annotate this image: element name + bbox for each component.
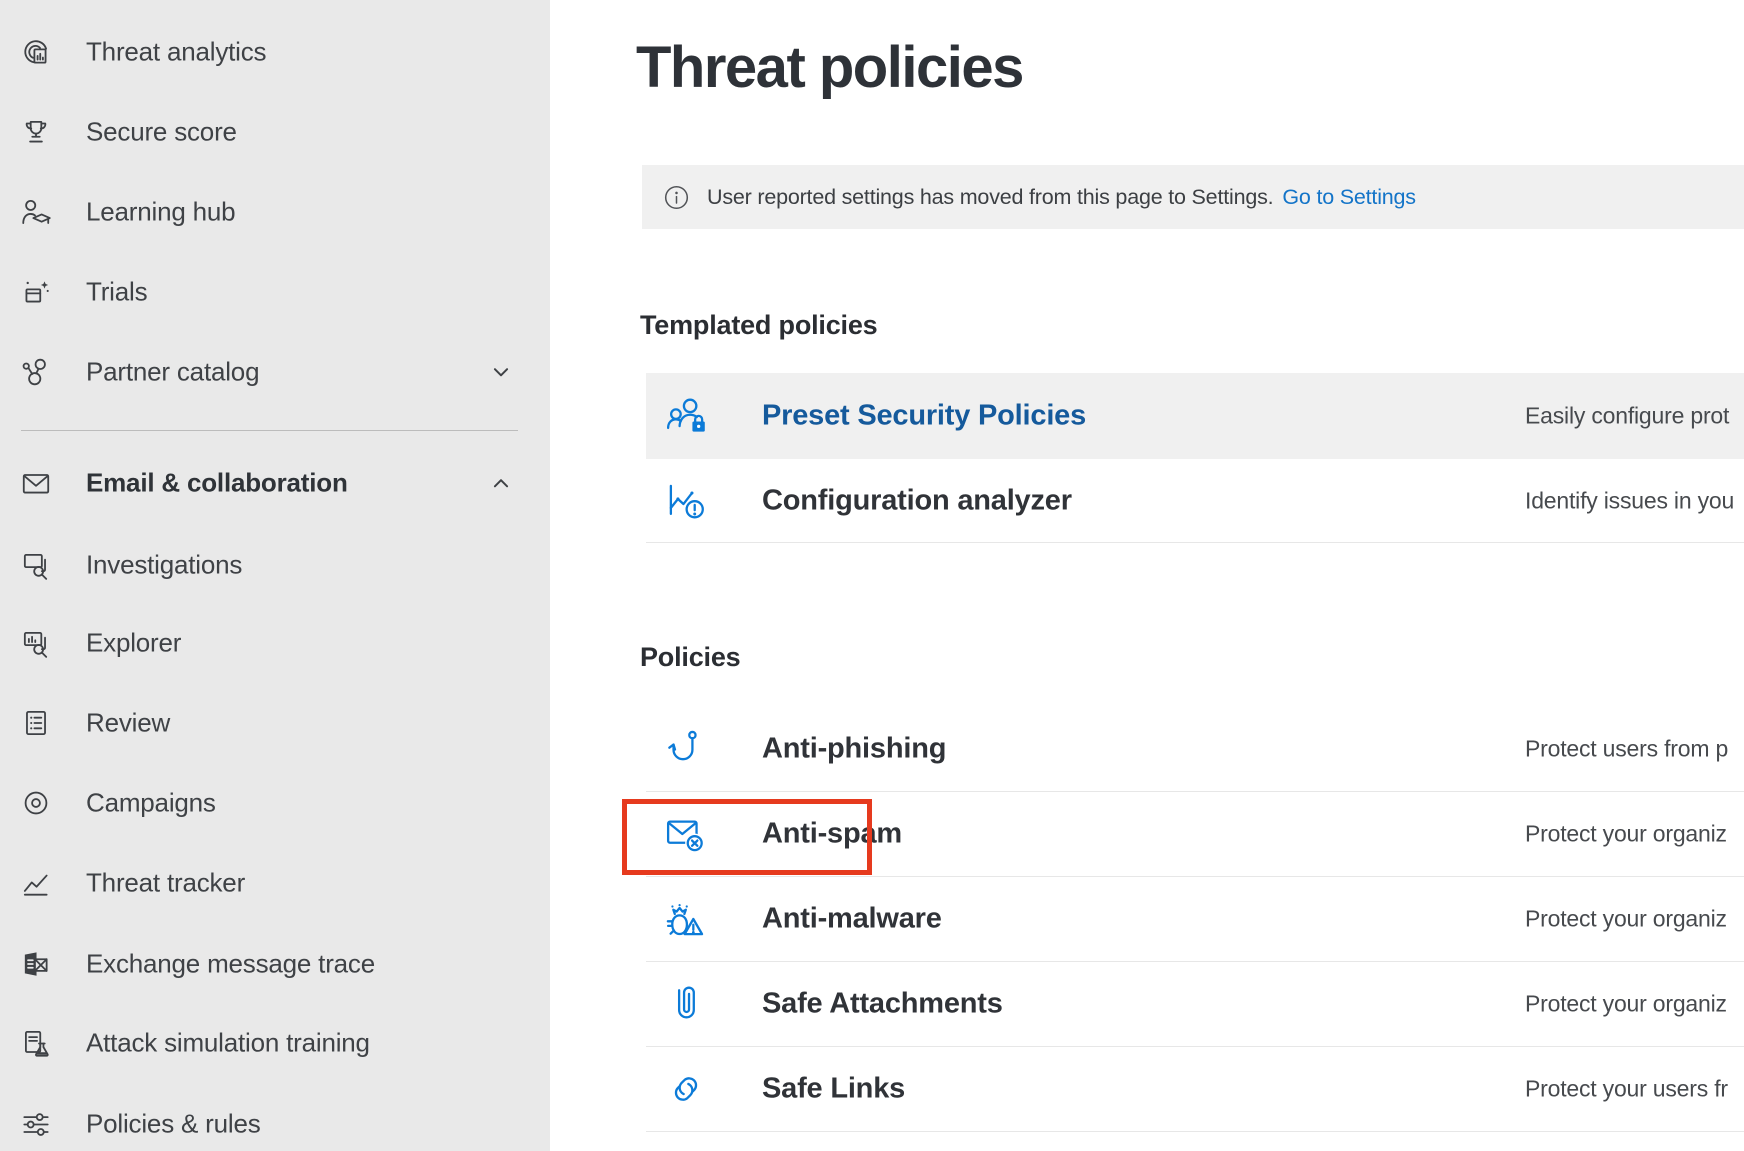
sidebar-item-investigations[interactable]: Investigations <box>0 541 550 589</box>
policy-name[interactable]: Anti-malware <box>762 903 942 936</box>
sidebar-item-secure-score[interactable]: Secure score <box>0 108 550 156</box>
policy-description: Protect users from p <box>1525 736 1728 763</box>
sidebar-item-explorer[interactable]: Explorer <box>0 619 550 667</box>
chain-links-icon <box>664 1067 708 1111</box>
policy-description: Easily configure prot <box>1525 403 1729 430</box>
policy-name[interactable]: Anti-phishing <box>762 733 946 766</box>
info-icon <box>663 184 690 211</box>
threat-tracker-icon <box>19 866 53 900</box>
sidebar-item-campaigns[interactable]: Campaigns <box>0 779 550 827</box>
trials-icon <box>19 275 53 309</box>
policy-name[interactable]: Configuration analyzer <box>762 484 1072 517</box>
policies-heading: Policies <box>640 642 740 673</box>
row-anti-malware[interactable]: Anti-malware Protect your organiz <box>646 877 1744 962</box>
row-anti-spam[interactable]: Anti-spam Protect your organiz <box>646 792 1744 877</box>
anti-spam-icon <box>664 812 708 856</box>
sidebar-item-attack-simulation-training[interactable]: Attack simulation training <box>0 1019 550 1067</box>
secure-score-icon <box>19 115 53 149</box>
exchange-icon <box>19 947 53 981</box>
campaigns-icon <box>19 786 53 820</box>
sidebar-item-label: Campaigns <box>86 788 216 819</box>
policy-name[interactable]: Anti-spam <box>762 818 902 851</box>
preset-security-icon <box>664 394 708 438</box>
sidebar-item-label: Explorer <box>86 628 181 659</box>
attack-simulation-icon <box>19 1026 53 1060</box>
policy-description: Protect your organiz <box>1525 991 1727 1018</box>
threat-analytics-icon <box>19 35 53 69</box>
sidebar-item-partner-catalog[interactable]: Partner catalog <box>0 348 550 396</box>
sidebar-item-label: Exchange message trace <box>86 949 375 980</box>
sidebar-item-label: Secure score <box>86 117 237 148</box>
paperclip-icon <box>664 982 708 1026</box>
sidebar: Threat analytics Secure score <box>0 0 550 1151</box>
row-anti-phishing[interactable]: Anti-phishing Protect users from p <box>646 707 1744 792</box>
banner-text: User reported settings has moved from th… <box>707 185 1273 210</box>
go-to-settings-link[interactable]: Go to Settings <box>1282 185 1415 210</box>
sidebar-item-label: Partner catalog <box>86 357 259 388</box>
sidebar-item-label: Threat analytics <box>86 37 266 68</box>
sidebar-section-email-collaboration[interactable]: Email & collaboration <box>0 459 550 507</box>
sidebar-divider <box>21 430 518 431</box>
sidebar-item-trials[interactable]: Trials <box>0 268 550 316</box>
templated-policies-heading: Templated policies <box>640 310 877 341</box>
sidebar-item-threat-analytics[interactable]: Threat analytics <box>0 28 550 76</box>
info-banner: User reported settings has moved from th… <box>642 165 1744 229</box>
explorer-icon <box>19 626 53 660</box>
policy-name[interactable]: Safe Links <box>762 1073 905 1106</box>
sidebar-item-label: Threat tracker <box>86 868 245 899</box>
sidebar-item-learning-hub[interactable]: Learning hub <box>0 188 550 236</box>
policy-description: Identify issues in you <box>1525 487 1734 514</box>
row-configuration-analyzer[interactable]: Configuration analyzer Identify issues i… <box>646 459 1744 543</box>
row-safe-links[interactable]: Safe Links Protect your users fr <box>646 1047 1744 1132</box>
page-title: Threat policies <box>636 34 1023 101</box>
partner-catalog-icon <box>19 355 53 389</box>
policy-name[interactable]: Safe Attachments <box>762 988 1003 1021</box>
review-icon <box>19 706 53 740</box>
security-portal-screen: Threat analytics Secure score <box>0 0 1744 1151</box>
sidebar-item-threat-tracker[interactable]: Threat tracker <box>0 859 550 907</box>
chevron-down-icon[interactable] <box>486 357 516 387</box>
anti-malware-icon <box>664 897 708 941</box>
investigations-icon <box>19 548 53 582</box>
row-safe-attachments[interactable]: Safe Attachments Protect your organiz <box>646 962 1744 1047</box>
main-content: Threat policies User reported settings h… <box>550 0 1744 1151</box>
policy-name-link[interactable]: Preset Security Policies <box>762 400 1086 433</box>
sidebar-item-exchange-message-trace[interactable]: Exchange message trace <box>0 940 550 988</box>
sliders-icon <box>19 1107 53 1141</box>
sidebar-item-review[interactable]: Review <box>0 699 550 747</box>
sidebar-item-label: Learning hub <box>86 197 235 228</box>
learning-hub-icon <box>19 195 53 229</box>
configuration-analyzer-icon <box>664 479 708 523</box>
sidebar-section-label: Email & collaboration <box>86 468 348 499</box>
email-icon <box>19 466 53 500</box>
sidebar-item-label: Review <box>86 708 170 739</box>
policy-description: Protect your organiz <box>1525 821 1727 848</box>
chevron-up-icon[interactable] <box>486 468 516 498</box>
sidebar-item-label: Policies & rules <box>86 1109 261 1140</box>
policy-description: Protect your users fr <box>1525 1076 1728 1103</box>
sidebar-item-policies-rules[interactable]: Policies & rules <box>0 1100 550 1148</box>
sidebar-item-label: Trials <box>86 277 147 308</box>
sidebar-item-label: Attack simulation training <box>86 1028 370 1059</box>
sidebar-item-label: Investigations <box>86 550 242 581</box>
anti-phishing-icon <box>664 727 708 771</box>
policy-description: Protect your organiz <box>1525 906 1727 933</box>
row-preset-security-policies[interactable]: Preset Security Policies Easily configur… <box>646 373 1744 459</box>
